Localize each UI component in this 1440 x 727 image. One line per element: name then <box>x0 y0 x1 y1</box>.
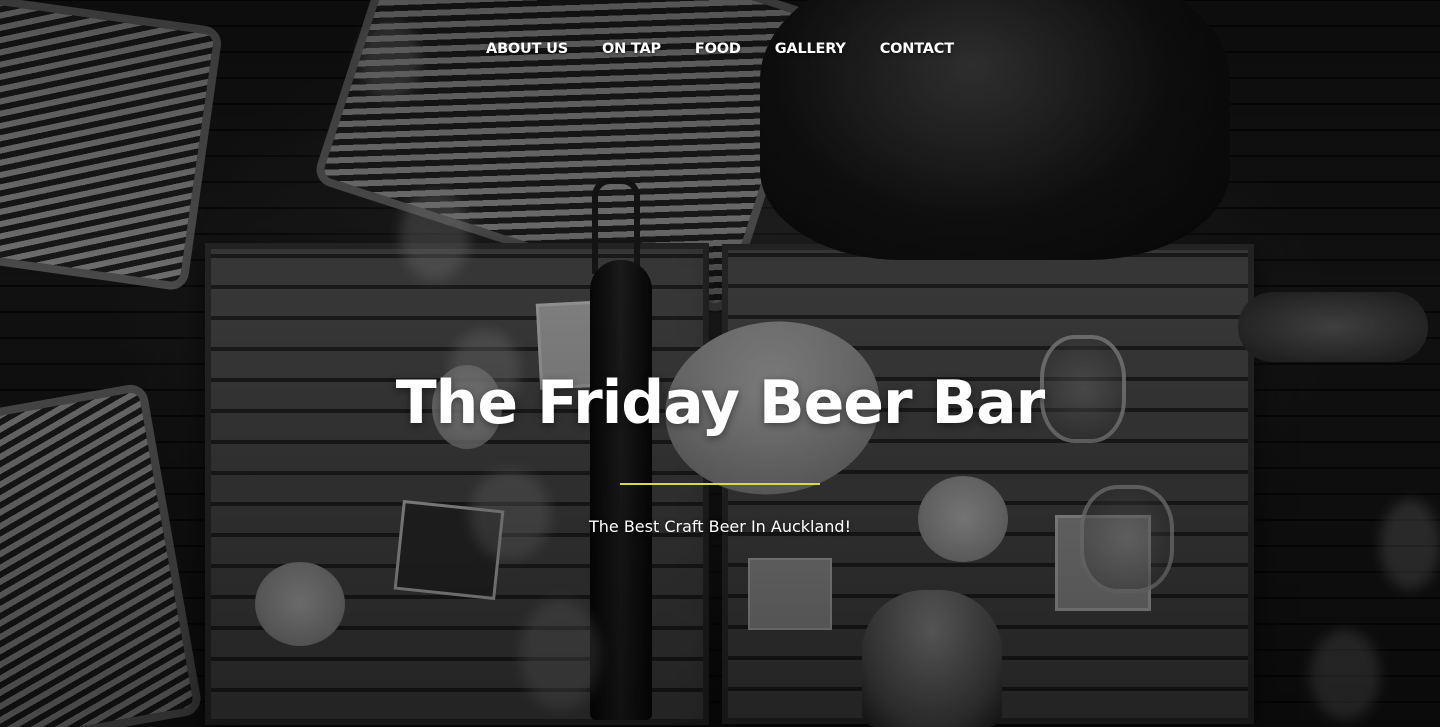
hero-divider <box>620 483 820 485</box>
hero-section: ABOUT US ON TAP FOOD GALLERY CONTACT The… <box>0 0 1440 727</box>
nav-link-gallery[interactable]: GALLERY <box>775 38 846 60</box>
hero-title: The Friday Beer Bar <box>395 368 1046 438</box>
nav-link-food[interactable]: FOOD <box>695 38 741 60</box>
nav-link-about-us[interactable]: ABOUT US <box>486 38 568 60</box>
nav-link-contact[interactable]: CONTACT <box>880 38 954 60</box>
main-navigation: ABOUT US ON TAP FOOD GALLERY CONTACT <box>0 38 1440 60</box>
nav-link-on-tap[interactable]: ON TAP <box>602 38 661 60</box>
hero-subtitle: The Best Craft Beer In Auckland! <box>588 517 851 536</box>
